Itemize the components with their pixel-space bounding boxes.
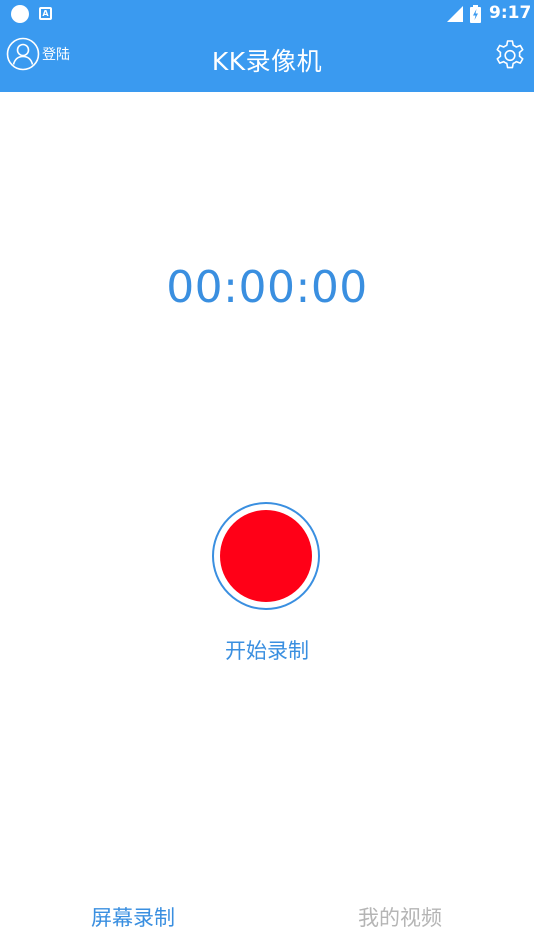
app-bar: 登陆 KK录像机 bbox=[0, 28, 534, 92]
record-button[interactable] bbox=[212, 502, 320, 610]
tab-screen-record[interactable]: 屏幕录制 bbox=[33, 902, 233, 932]
notification-a-icon: A bbox=[39, 7, 52, 20]
recording-timer: 00:00:00 bbox=[166, 262, 368, 313]
status-circle-icon bbox=[11, 5, 29, 23]
app-title: KK录像机 bbox=[211, 47, 323, 76]
bottom-tab-bar: 屏幕录制 我的视频 bbox=[0, 890, 534, 950]
record-icon bbox=[220, 510, 312, 602]
battery-icon bbox=[470, 5, 481, 23]
status-bar: A 9:17 bbox=[0, 0, 534, 28]
tab-my-videos[interactable]: 我的视频 bbox=[300, 902, 500, 932]
start-recording-label[interactable]: 开始录制 bbox=[0, 635, 534, 665]
gear-icon[interactable] bbox=[493, 37, 527, 71]
signal-icon bbox=[447, 6, 463, 22]
screen: A 9:17 登陆 KK录像机 00:00:00 开始录制 屏幕录制 我的视频 bbox=[0, 0, 534, 950]
top-bar: A 9:17 登陆 KK录像机 bbox=[0, 0, 534, 92]
status-time: 9:17 bbox=[489, 3, 532, 23]
